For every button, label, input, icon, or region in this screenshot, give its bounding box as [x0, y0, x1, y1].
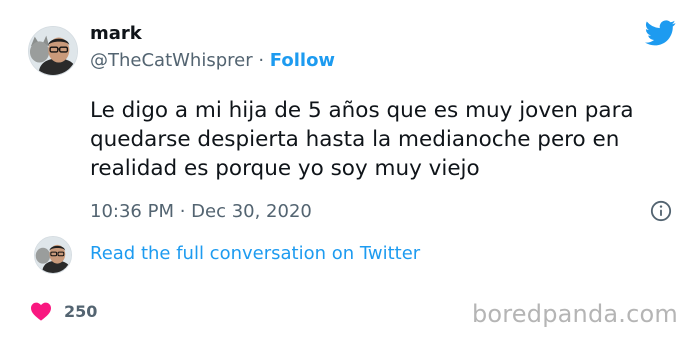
follow-button[interactable]: Follow [270, 50, 335, 71]
twitter-bird-icon[interactable] [645, 20, 676, 46]
conversation-avatar[interactable] [34, 236, 72, 274]
heart-icon[interactable] [30, 301, 52, 321]
handle-separator: · [252, 50, 270, 71]
like-count[interactable]: 250 [64, 302, 97, 321]
avatar-photo [35, 237, 71, 273]
avatar[interactable] [28, 26, 78, 76]
avatar-photo [29, 27, 77, 75]
tweet-timestamp[interactable]: 10:36 PM · Dec 30, 2020 [90, 201, 312, 222]
info-icon[interactable] [650, 200, 672, 222]
read-conversation-link[interactable]: Read the full conversation on Twitter [90, 243, 420, 264]
watermark: boredpanda.com [471, 300, 678, 328]
user-name[interactable]: mark [90, 23, 142, 44]
handle-line: @TheCatWhisprer · Follow [90, 50, 335, 71]
user-handle[interactable]: @TheCatWhisprer [90, 50, 253, 71]
tweet-text: Le digo a mi hija de 5 años que es muy j… [90, 98, 634, 181]
